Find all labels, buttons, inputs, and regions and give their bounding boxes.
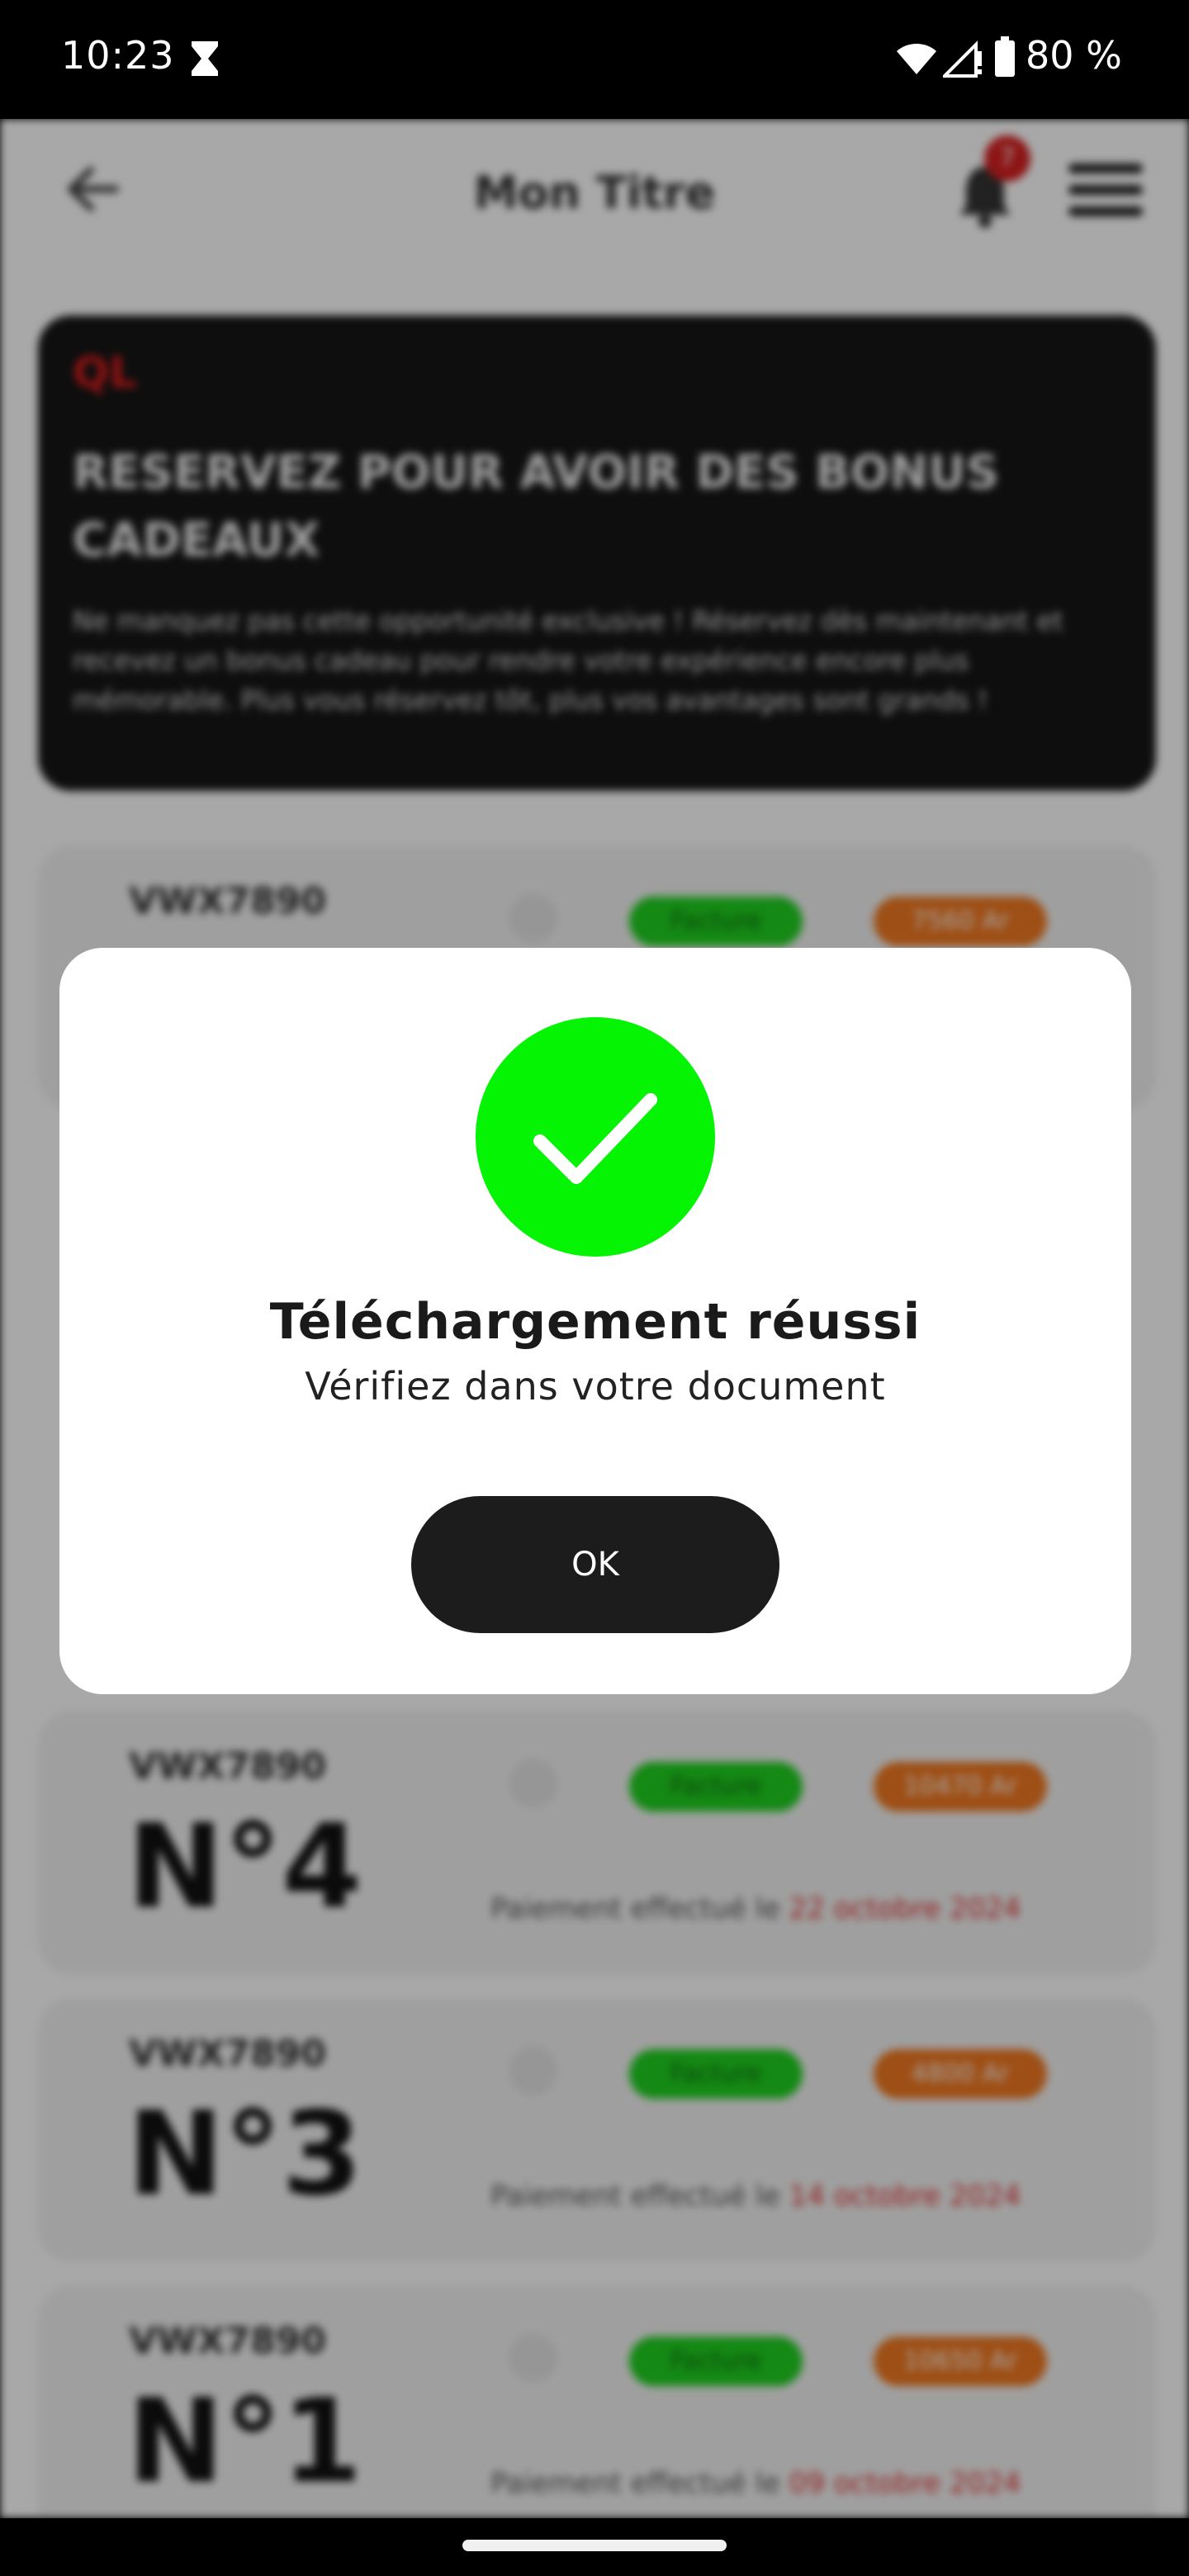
screen: 10:23 80 % Mon Titre 7 QL RESERVEZ POUR … <box>0 0 1189 2576</box>
dialog-title: Téléchargement réussi <box>269 1293 921 1351</box>
hourglass-icon <box>192 41 218 76</box>
navigation-bar <box>0 2518 1189 2576</box>
success-check-icon <box>476 1017 715 1257</box>
success-dialog: Téléchargement réussi Vérifiez dans votr… <box>59 948 1131 1694</box>
dialog-subtitle: Vérifiez dans votre document <box>305 1364 886 1409</box>
signal-icon <box>943 40 982 78</box>
wifi-icon <box>897 44 936 74</box>
status-time: 10:23 <box>61 33 175 78</box>
home-gesture-handle[interactable] <box>462 2540 727 2551</box>
ok-button[interactable]: OK <box>411 1496 779 1633</box>
battery-icon <box>995 36 1015 77</box>
status-bar: 10:23 80 % <box>0 0 1189 119</box>
battery-percent: 80 % <box>1026 33 1122 78</box>
